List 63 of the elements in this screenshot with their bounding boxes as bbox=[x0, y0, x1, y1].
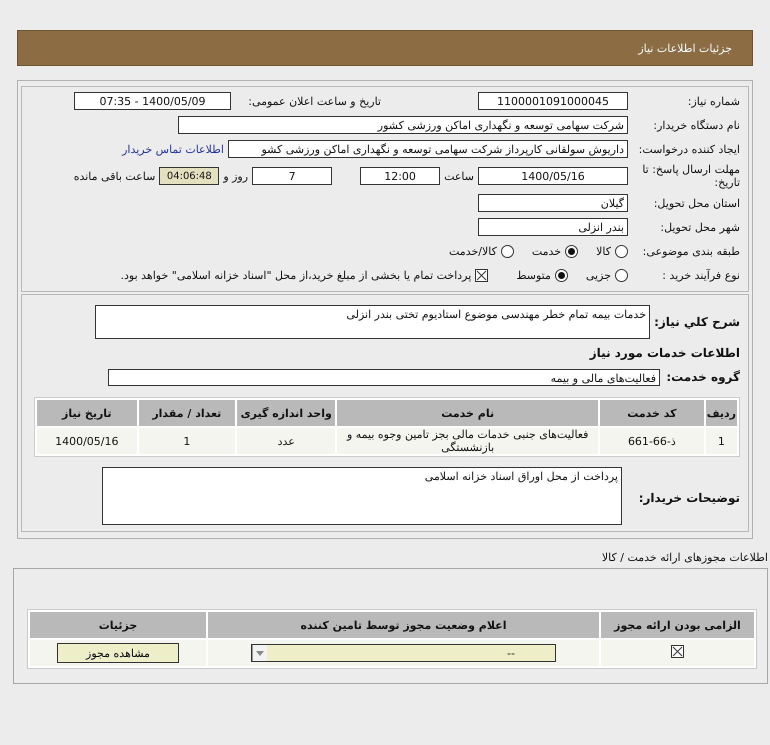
radio-button[interactable] bbox=[615, 244, 628, 258]
days-label: روز و bbox=[223, 170, 248, 182]
column-header: تاریخ نیاز bbox=[37, 400, 137, 426]
column-header: کد خدمت bbox=[600, 400, 704, 426]
radio-label: کالا bbox=[596, 244, 611, 258]
table-cell: عدد bbox=[237, 428, 336, 454]
radio-button[interactable] bbox=[500, 244, 514, 258]
contact-link[interactable]: اطلاعات تماس خریدار bbox=[122, 142, 224, 156]
column-header: واحد اندازه گیری bbox=[237, 400, 336, 426]
text-field[interactable]: 1100001091000045 bbox=[478, 92, 628, 110]
table-cell: 1400/05/16 bbox=[37, 428, 137, 454]
field-label: گروه خدمت: bbox=[665, 370, 740, 384]
time-label: ساعت bbox=[444, 170, 474, 182]
view-permit-button[interactable]: مشاهده مجوز bbox=[57, 643, 179, 663]
section-caption: اطلاعات مجوزهای ارائه خدمت / کالا bbox=[600, 551, 769, 564]
field-label: توضیحات خریدار: bbox=[638, 490, 740, 505]
remaining-label: ساعت باقی مانده bbox=[74, 170, 156, 182]
text-field[interactable]: فعالیت‌های مالی و بیمه bbox=[108, 368, 660, 386]
checkbox[interactable] bbox=[671, 645, 684, 658]
field-label: شهر محل تحویل: bbox=[659, 220, 740, 234]
radio-button[interactable] bbox=[554, 268, 568, 282]
text-field[interactable]: گیلان bbox=[478, 194, 628, 212]
field-label: نام دستگاه خریدار: bbox=[652, 118, 740, 132]
column-header: اعلام وضعیت مجوز توسط تامین کننده bbox=[208, 612, 599, 638]
payment-note: پرداخت تمام یا بخشی از مبلغ خرید،از محل "اسناد خزانه اسلامی" خواهد بود. bbox=[120, 268, 472, 282]
text-field[interactable]: داریوش سولقانی کارپرداز شرکت سهامی توسعه و نگهداری اماکن ورزشی کشو bbox=[228, 140, 628, 158]
column-header: ردیف bbox=[706, 400, 737, 426]
caret-icon bbox=[252, 645, 267, 661]
section-title: اطلاعات خدمات مورد نیاز bbox=[588, 345, 740, 362]
field-label: طبقه بندی موضوعی: bbox=[642, 244, 740, 258]
header-title: جزئیات اطلاعات نیاز bbox=[638, 42, 732, 54]
time-field[interactable]: 12:00 bbox=[360, 167, 440, 185]
radio-button[interactable] bbox=[615, 268, 628, 282]
column-header: تعداد / مقدار bbox=[138, 400, 236, 426]
table-cell: فعالیت‌های جنبی خدمات مالی بجز تامین وجوه بیمه و بازنشستگی bbox=[337, 428, 598, 454]
table-cell: 1 bbox=[138, 428, 236, 454]
field-label: مهلت ارسال پاسخ: تا تاریخ: bbox=[641, 163, 740, 189]
radio-label: خدمت bbox=[532, 244, 562, 258]
field-label: ایجاد کننده درخواست: bbox=[638, 142, 740, 156]
days-field[interactable]: 7 bbox=[252, 167, 332, 185]
description-field[interactable]: خدمات بیمه تمام خطر مهندسی موضوع استادیوم تختی بندر انزلی bbox=[95, 305, 650, 339]
column-header: نام خدمت bbox=[337, 400, 598, 426]
text-field[interactable]: بندر انزلی bbox=[478, 218, 628, 236]
text-field[interactable]: 1400/05/09 - 07:35 bbox=[74, 92, 231, 110]
status-dropdown[interactable]: -- bbox=[251, 644, 556, 662]
field-label: تاریخ و ساعت اعلان عمومی: bbox=[247, 94, 381, 108]
radio-button[interactable] bbox=[565, 244, 578, 258]
checkbox[interactable] bbox=[475, 268, 488, 282]
column-header: الزامی بودن ارائه مجوز bbox=[601, 612, 754, 638]
field-label: شرح کلي نياز: bbox=[653, 315, 740, 329]
radio-label: متوسط bbox=[516, 268, 551, 282]
text-field[interactable]: شرکت سهامی توسعه و نگهداری اماکن ورزشی کشور bbox=[178, 116, 628, 134]
table-cell: ذ-66-661 bbox=[600, 428, 704, 454]
remaining-time-field: 04:06:48 bbox=[159, 167, 220, 185]
field-label: شماره نیاز: bbox=[686, 94, 740, 108]
radio-label: کالا/خدمت bbox=[449, 244, 497, 258]
table-cell: 1 bbox=[706, 428, 737, 454]
notes-field[interactable]: پرداخت از محل اوراق اسناد خزانه اسلامی bbox=[102, 467, 622, 525]
radio-label: جزیی bbox=[586, 268, 611, 282]
date-field[interactable]: 1400/05/16 bbox=[478, 167, 628, 185]
field-label: نوع فرآیند خرید : bbox=[661, 268, 740, 282]
field-label: استان محل تحویل: bbox=[652, 196, 740, 210]
column-header: جزئیات bbox=[30, 612, 206, 638]
